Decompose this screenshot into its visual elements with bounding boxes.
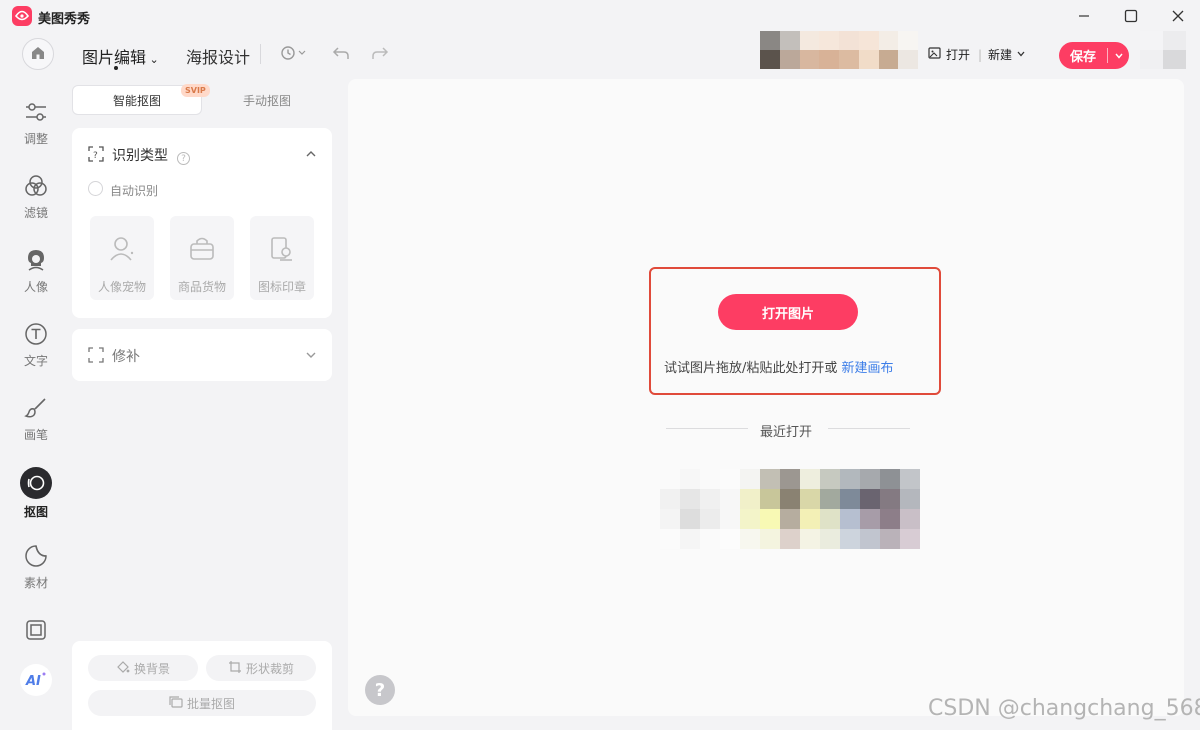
repair-card[interactable]: 修补: [72, 329, 332, 381]
shape-crop-button[interactable]: 形状裁剪: [206, 655, 316, 681]
home-button[interactable]: [22, 38, 54, 70]
drop-hint: 试试图片拖放/粘贴此处打开或 新建画布: [664, 361, 894, 376]
history-icon: [280, 45, 306, 64]
recognize-type-title: 识别类型: [112, 148, 168, 164]
text-icon: [22, 320, 50, 348]
cutout-mode-tabs: 智能抠图 SVIP 手动抠图: [72, 84, 332, 115]
seal-icon: [267, 234, 297, 264]
rail-item-adjust[interactable]: 调整: [12, 98, 60, 158]
change-background-button[interactable]: 换背景: [88, 655, 198, 681]
filter-icon: [22, 172, 50, 200]
tab-manual-cutout[interactable]: 手动抠图: [202, 85, 332, 115]
save-button[interactable]: 保存: [1059, 42, 1129, 69]
frame-icon: [22, 616, 50, 644]
toolbar-divider: [260, 44, 261, 64]
app-logo-icon: [12, 6, 32, 26]
user-avatar-pixelated[interactable]: [760, 31, 918, 69]
tab-image-edit[interactable]: 图片编辑 ⌄: [82, 44, 159, 68]
watermark-text: CSDN @changchang_568: [928, 696, 1200, 721]
auto-recognize-label: 自动识别: [110, 184, 159, 198]
recent-open-label: 最近打开: [760, 425, 813, 440]
batch-cutout-button[interactable]: 批量抠图: [88, 690, 316, 716]
rail-item-text[interactable]: 文字: [12, 320, 60, 380]
rail-item-portrait[interactable]: 人像: [12, 246, 60, 306]
open-file-button[interactable]: 打开 |: [928, 46, 982, 63]
minimize-button[interactable]: [1069, 4, 1099, 28]
save-options-chevron-icon[interactable]: [1108, 51, 1129, 61]
active-tab-indicator: [114, 66, 118, 70]
recent-file-thumbnail[interactable]: [660, 469, 920, 549]
undo-icon: [332, 45, 350, 64]
repair-title: 修补: [112, 349, 140, 365]
app-title: 美图秀秀: [38, 12, 91, 27]
new-canvas-link[interactable]: 新建画布: [842, 361, 894, 376]
recognize-type-card: ? 识别类型 ? 自动识别 人像宠物 商品货物 图标印章: [72, 128, 332, 318]
product-bag-icon: [187, 234, 217, 264]
rail-item-brush[interactable]: 画笔: [12, 394, 60, 454]
batch-layers-icon: [169, 695, 183, 712]
type-product-goods[interactable]: 商品货物: [170, 216, 234, 300]
auto-recognize-radio[interactable]: [88, 181, 103, 196]
person-icon: [107, 234, 137, 264]
rail-item-cutout[interactable]: 抠图: [12, 467, 60, 527]
svg-text:?: ?: [93, 151, 98, 161]
tab-smart-cutout[interactable]: 智能抠图 SVIP: [72, 84, 210, 115]
rail-item-ai[interactable]: AI: [12, 664, 60, 724]
recent-divider-right: [828, 428, 910, 429]
scan-icon: ?: [88, 146, 104, 162]
brush-icon: [22, 394, 50, 422]
open-image-icon: [928, 46, 942, 63]
chevron-down-icon[interactable]: [304, 348, 318, 362]
tab-poster-design[interactable]: 海报设计: [186, 44, 250, 68]
crop-icon: [228, 660, 242, 677]
new-file-button[interactable]: 新建: [988, 46, 1026, 63]
rail-item-filter[interactable]: 滤镜: [12, 172, 60, 232]
history-button[interactable]: [280, 44, 306, 64]
undo-button[interactable]: [332, 44, 350, 64]
close-button[interactable]: [1163, 4, 1193, 28]
type-portrait-pet[interactable]: 人像宠物: [90, 216, 154, 300]
type-icon-seal[interactable]: 图标印章: [250, 216, 314, 300]
chevron-down-icon: [1016, 48, 1026, 62]
paint-bucket-icon: [116, 660, 130, 677]
account-area-pixelated[interactable]: [1140, 31, 1186, 69]
scrollbar[interactable]: [1188, 80, 1196, 716]
help-button[interactable]: ?: [365, 675, 395, 705]
redo-button[interactable]: [371, 44, 389, 64]
sliders-icon: [22, 98, 50, 126]
cutout-actions-card: 换背景 形状裁剪 批量抠图: [72, 641, 332, 730]
chevron-up-icon[interactable]: [304, 147, 318, 161]
recent-divider-left: [666, 428, 748, 429]
portrait-icon: [22, 246, 50, 274]
canvas-area[interactable]: [348, 79, 1184, 716]
ai-icon: AI: [20, 664, 52, 696]
title-bar: 美图秀秀: [0, 0, 1200, 32]
open-image-button[interactable]: 打开图片: [718, 294, 858, 330]
cutout-icon: [20, 467, 52, 499]
separator: |: [978, 47, 983, 62]
rail-item-sticker[interactable]: 素材: [12, 542, 60, 602]
home-icon: [30, 45, 46, 64]
chevron-down-icon: ⌄: [146, 53, 159, 66]
svg-text:AI: AI: [25, 674, 41, 689]
redo-icon: [371, 45, 389, 64]
help-icon[interactable]: ?: [177, 152, 190, 165]
repair-frame-icon: [88, 347, 104, 363]
maximize-button[interactable]: [1116, 4, 1146, 28]
sticker-icon: [22, 542, 50, 570]
